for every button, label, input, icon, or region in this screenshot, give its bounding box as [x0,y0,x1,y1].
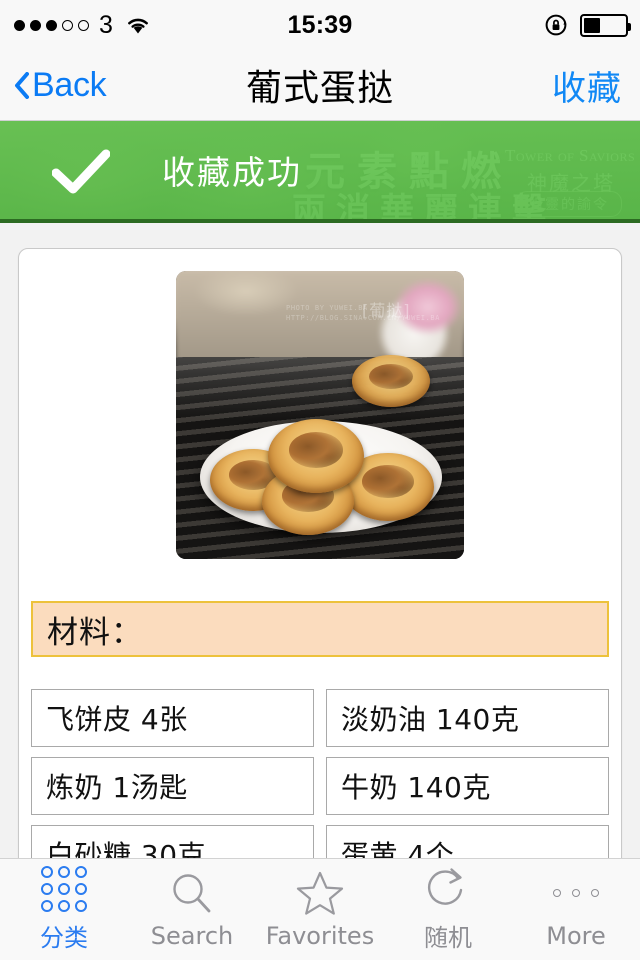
battery-icon [580,13,631,37]
recipe-card: PHOTO BY YUWEI.BA HTTP://BLOG.SINA.COM.C… [18,248,622,858]
ingredient-cell: 蛋黄 4个 [326,825,609,858]
ingredient-label: 炼奶 1汤匙 [46,771,188,804]
checkmark-icon [51,149,111,195]
page-title: 葡式蛋挞 [245,68,394,109]
tab-label: More [546,921,606,950]
recipe-photo: PHOTO BY YUWEI.BA HTTP://BLOG.SINA.COM.C… [176,271,464,559]
ingredient-cell: 飞饼皮 4张 [31,689,314,747]
tab-favorites[interactable]: Favorites [256,859,384,960]
photo-watermark-chinese: [葡挞] [362,301,411,320]
tab-search[interactable]: Search [128,859,256,960]
tab-label: Search [150,921,234,950]
status-bar: 3 15:39 [0,0,640,50]
ingredient-cell: 牛奶 140克 [326,757,609,815]
refresh-icon [425,866,471,912]
star-icon [296,870,344,916]
ingredient-label: 蛋黄 4个 [341,839,455,858]
ingredient-cell: 白砂糖 30克 [31,825,314,858]
materials-section-label: 材料： [47,614,143,651]
toast-message: 收藏成功 [162,153,302,192]
tab-categories[interactable]: 分类 [0,859,128,960]
favorite-success-toast: 收藏成功 [0,121,640,223]
tab-bar: 分类 Search Favorites 随机 More [0,858,640,960]
app-root: 3 15:39 Back 葡式蛋挞 收藏 收藏成功 PHOTO BY YUWEI… [0,0,640,960]
status-bar-right [544,0,631,50]
favorite-button[interactable]: 收藏 [552,61,622,110]
ingredient-label: 白砂糖 30克 [46,839,207,858]
ingredient-cell: 炼奶 1汤匙 [31,757,314,815]
navigation-bar: Back 葡式蛋挞 收藏 [0,50,640,121]
ingredient-label: 牛奶 140克 [341,771,491,804]
tab-label: Favorites [265,921,375,950]
tab-label: 分类 [40,924,88,952]
ad-banner[interactable]: 元素點燃 兩消華麗連擊 Tower of Saviors 神魔之塔 祖靈的諭令 … [0,121,640,223]
recipe-scroll-area[interactable]: PHOTO BY YUWEI.BA HTTP://BLOG.SINA.COM.C… [0,223,640,858]
tab-label: 随机 [424,924,472,952]
tab-random[interactable]: 随机 [384,859,512,960]
ingredient-label: 飞饼皮 4张 [46,703,188,736]
ingredient-cell: 淡奶油 140克 [326,689,609,747]
tab-more[interactable]: More [512,859,640,960]
ingredients-table: 飞饼皮 4张 淡奶油 140克 炼奶 1汤匙 牛奶 140克 白砂糖 30克 蛋… [31,689,609,858]
grid-icon [41,866,87,912]
ellipsis-icon [553,870,599,916]
rotation-lock-icon [544,12,570,38]
materials-section-header: 材料： [31,601,609,657]
search-icon [169,870,215,916]
ingredient-label: 淡奶油 140克 [341,703,520,736]
